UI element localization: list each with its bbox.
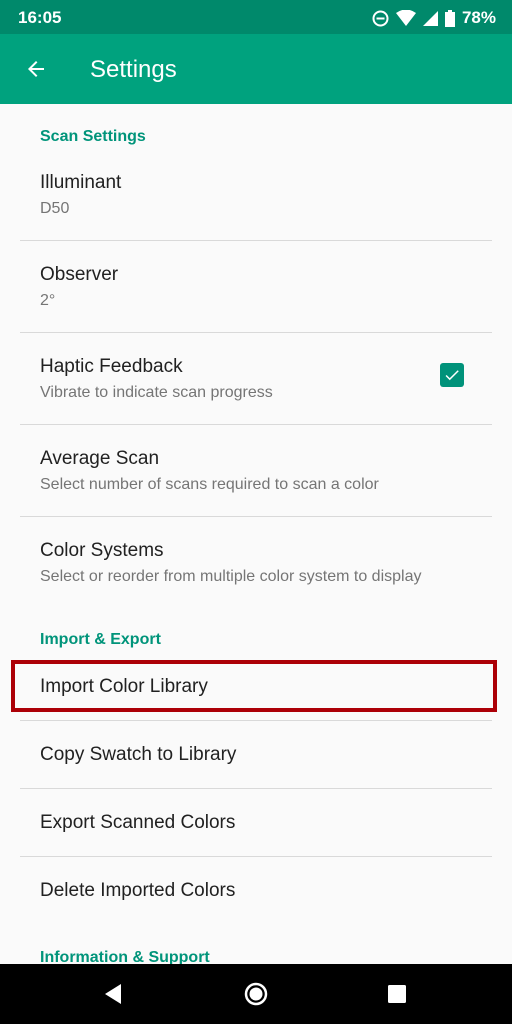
- pref-title: Copy Swatch to Library: [40, 744, 237, 765]
- pref-title: Export Scanned Colors: [40, 812, 236, 833]
- pref-summary: 2°: [40, 292, 56, 309]
- pref-title: Color Systems: [40, 540, 164, 561]
- pref-summary: Select or reorder from multiple color sy…: [40, 568, 422, 585]
- do-not-disturb-icon: [372, 10, 389, 26]
- status-bar: 16:05 78%: [0, 0, 512, 34]
- pref-export-scanned-colors[interactable]: Export Scanned Colors: [0, 789, 512, 856]
- app-bar: Settings: [0, 34, 512, 104]
- status-time: 16:05: [18, 8, 62, 27]
- pref-delete-imported-colors[interactable]: Delete Imported Colors: [0, 857, 512, 925]
- back-triangle-icon: [105, 984, 121, 1004]
- recents-square-icon: [388, 985, 406, 1003]
- status-icons: 78%: [372, 8, 496, 28]
- nav-home-button[interactable]: [241, 979, 271, 1009]
- checkmark-icon: [445, 370, 459, 381]
- back-arrow-icon: [28, 61, 44, 77]
- pref-summary: Select number of scans required to scan …: [40, 476, 379, 493]
- wifi-icon: [395, 10, 416, 26]
- battery-icon: [444, 9, 455, 27]
- nav-recents-button[interactable]: [382, 979, 412, 1009]
- settings-list[interactable]: Scan Settings Illuminant D50 Observer 2°…: [0, 104, 512, 964]
- navigation-bar: [0, 964, 512, 1024]
- signal-icon: [422, 10, 438, 26]
- section-header-scan-settings: Scan Settings: [40, 128, 146, 145]
- back-button[interactable]: [16, 49, 56, 89]
- section-header-information-support: Information & Support: [40, 949, 210, 964]
- pref-title: Illuminant: [40, 172, 122, 193]
- page-title: Settings: [90, 56, 177, 83]
- home-circle-icon: [244, 982, 268, 1006]
- section-header-import-export: Import & Export: [40, 631, 161, 648]
- pref-title: Observer: [40, 264, 119, 285]
- pref-observer[interactable]: Observer 2°: [0, 241, 512, 332]
- pref-title: Haptic Feedback: [40, 356, 183, 377]
- pref-illuminant[interactable]: Illuminant D50: [0, 160, 512, 240]
- pref-average-scan[interactable]: Average Scan Select number of scans requ…: [0, 425, 512, 516]
- highlight-box: [11, 660, 497, 712]
- pref-summary: Vibrate to indicate scan progress: [40, 384, 273, 401]
- nav-back-button[interactable]: [98, 979, 128, 1009]
- pref-title: Delete Imported Colors: [40, 880, 236, 901]
- pref-haptic-feedback[interactable]: Haptic Feedback Vibrate to indicate scan…: [0, 333, 512, 424]
- battery-percent: 78%: [461, 8, 496, 27]
- pref-summary: D50: [40, 200, 70, 217]
- pref-title: Average Scan: [40, 448, 160, 469]
- pref-color-systems[interactable]: Color Systems Select or reorder from mul…: [0, 517, 512, 609]
- haptic-feedback-checkbox[interactable]: [440, 363, 464, 387]
- pref-copy-swatch[interactable]: Copy Swatch to Library: [0, 721, 512, 788]
